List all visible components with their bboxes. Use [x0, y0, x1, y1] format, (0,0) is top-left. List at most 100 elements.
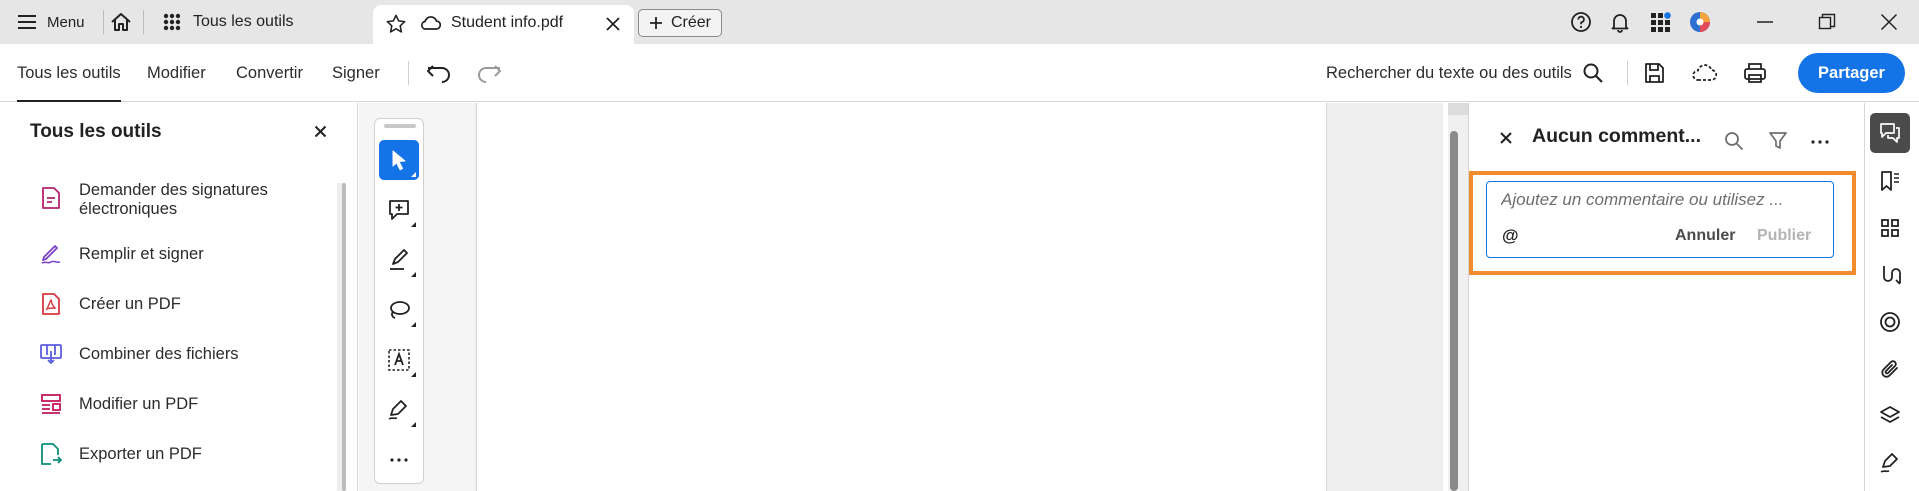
search-label[interactable]: Rechercher du texte ou des outils: [1326, 44, 1572, 102]
more-tools-button[interactable]: [379, 440, 419, 480]
filter-comments-button[interactable]: [1768, 131, 1788, 151]
save-button[interactable]: [1643, 61, 1667, 85]
cursor-icon: [390, 149, 408, 171]
layers-icon: [1879, 405, 1901, 427]
create-button[interactable]: Créer: [638, 9, 722, 37]
tab-student-info[interactable]: Student info.pdf: [373, 5, 634, 44]
avatar[interactable]: [1689, 0, 1711, 44]
menu-button[interactable]: Menu: [17, 0, 85, 44]
tab-tous-les-outils[interactable]: Tous les outils: [163, 0, 294, 44]
comment-input[interactable]: [1501, 188, 1823, 212]
tool-label: Modifier un PDF: [79, 395, 199, 413]
tool-label: Exporter un PDF: [79, 445, 202, 463]
restore-button[interactable]: [1818, 0, 1836, 44]
plus-icon: [649, 16, 663, 30]
close-panel-button[interactable]: [314, 125, 327, 138]
redo-button[interactable]: [476, 63, 502, 83]
cloud-save-button[interactable]: [1691, 63, 1717, 83]
close-window-button[interactable]: [1880, 0, 1898, 44]
tool-label: Demander des signatures électroniques: [79, 181, 268, 218]
tab-convertir[interactable]: Convertir: [236, 44, 303, 102]
search-icon: [1582, 62, 1604, 84]
apps-grid-icon: [1650, 11, 1672, 33]
accessibility-button[interactable]: [1870, 302, 1910, 342]
tool-create-pdf[interactable]: Créer un PDF: [40, 293, 181, 315]
tool-label: Créer un PDF: [79, 295, 181, 313]
help-button[interactable]: [1570, 0, 1592, 44]
panel-scrollbar-thumb[interactable]: [342, 183, 346, 491]
tool-export-pdf[interactable]: Exporter un PDF: [40, 443, 202, 465]
save-icon: [1643, 61, 1667, 85]
tool-edit-pdf[interactable]: Modifier un PDF: [40, 393, 198, 415]
drag-handle[interactable]: [384, 124, 416, 128]
text-box-icon: [387, 348, 411, 372]
document-scrollbar-up[interactable]: [1448, 103, 1468, 115]
search-comments-button[interactable]: [1724, 131, 1744, 151]
bell-icon: [1609, 11, 1631, 33]
combine-files-icon: [40, 343, 62, 365]
ellipsis-icon: [1810, 139, 1830, 145]
sign-tool-button[interactable]: [379, 390, 419, 430]
close-tab-icon[interactable]: [606, 17, 620, 31]
tab-tools-label: Tous les outils: [193, 13, 294, 30]
text-tool-button[interactable]: [379, 340, 419, 380]
tool-label: Remplir et signer: [79, 245, 204, 263]
pen-icon: [1879, 452, 1901, 474]
tool-request-signatures[interactable]: Demander des signatures électroniques: [40, 181, 268, 218]
star-icon[interactable]: [385, 13, 407, 35]
all-tools-panel: Tous les outils Demander des signatures …: [0, 103, 358, 491]
hamburger-icon: [17, 14, 37, 30]
tab-modifier[interactable]: Modifier: [147, 44, 206, 102]
close-window-icon: [1880, 13, 1898, 31]
add-comment-tool-button[interactable]: [379, 190, 419, 230]
close-icon: [1500, 132, 1512, 144]
tab-document-label: Student info.pdf: [451, 14, 564, 31]
help-icon: [1570, 11, 1592, 33]
thumbnails-button[interactable]: [1870, 208, 1910, 248]
search-icon: [1724, 131, 1744, 151]
minimize-icon: [1756, 13, 1774, 31]
tool-fill-and-sign[interactable]: Remplir et signer: [40, 243, 204, 265]
panel-title: Tous les outils: [30, 121, 162, 142]
attachments-button[interactable]: [1870, 349, 1910, 389]
print-button[interactable]: [1743, 62, 1767, 84]
search-button[interactable]: [1582, 62, 1604, 84]
comments-title: Aucun comment...: [1532, 125, 1702, 147]
request-signature-icon: [40, 187, 62, 209]
publish-button[interactable]: Publier: [1757, 227, 1811, 245]
grid-icon: [163, 13, 181, 31]
apps-button[interactable]: [1650, 0, 1672, 44]
comments-panel-button[interactable]: [1870, 113, 1910, 153]
signatures-button[interactable]: [1870, 443, 1910, 483]
select-tool-button[interactable]: [379, 140, 419, 180]
pdf-page[interactable]: [476, 103, 1327, 491]
notifications-button[interactable]: [1609, 0, 1631, 44]
mention-button[interactable]: @: [1502, 226, 1519, 246]
layers-button[interactable]: [1870, 396, 1910, 436]
comments-icon: [1879, 122, 1901, 144]
share-button[interactable]: Partager: [1798, 53, 1905, 93]
undo-button[interactable]: [426, 63, 452, 83]
tool-combine-files[interactable]: Combiner des fichiers: [40, 343, 239, 365]
document-scrollbar-thumb[interactable]: [1450, 131, 1458, 491]
comment-plus-icon: [387, 198, 411, 222]
paperclip-icon: [1879, 358, 1901, 380]
bookmark-icon: [1879, 170, 1901, 192]
bookmarks-button[interactable]: [1870, 161, 1910, 201]
menu-label: Menu: [47, 13, 85, 31]
pen-sign-icon: [387, 398, 411, 422]
tab-tous-les-outils-toolbar[interactable]: Tous les outils: [17, 44, 121, 102]
printer-icon: [1743, 62, 1767, 84]
edit-pdf-icon: [40, 393, 62, 415]
tab-signer[interactable]: Signer: [332, 44, 380, 102]
minimize-button[interactable]: [1756, 0, 1774, 44]
draw-tool-button[interactable]: [379, 290, 419, 330]
comments-more-button[interactable]: [1810, 139, 1830, 145]
quick-tools-rail: [374, 118, 424, 484]
highlight-tool-button[interactable]: [379, 240, 419, 280]
main-toolbar: Tous les outils Modifier Convertir Signe…: [0, 44, 1919, 102]
cancel-button[interactable]: Annuler: [1675, 227, 1735, 245]
close-comments-button[interactable]: [1500, 132, 1512, 144]
compare-button[interactable]: [1870, 255, 1910, 295]
home-button[interactable]: [110, 0, 132, 44]
